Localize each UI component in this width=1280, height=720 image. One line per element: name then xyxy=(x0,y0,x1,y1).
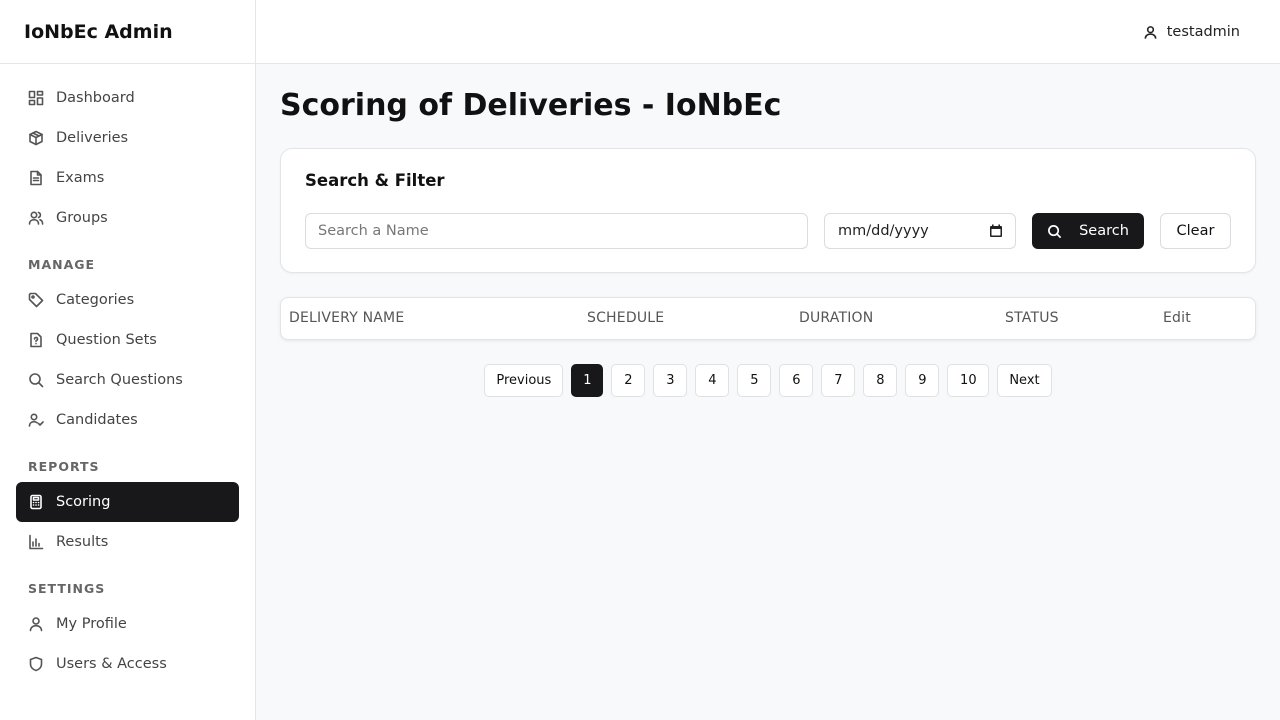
box-icon xyxy=(28,130,44,146)
sidebar-item-my-profile[interactable]: My Profile xyxy=(16,604,239,644)
sidebar-item-users-access[interactable]: Users & Access xyxy=(16,644,239,684)
section-label-reports: REPORTS xyxy=(28,458,100,474)
sidebar-item-search-questions[interactable]: Search Questions xyxy=(16,360,239,400)
sidebar-item-label: Candidates xyxy=(56,412,138,428)
sidebar-item-label: Groups xyxy=(56,210,108,226)
main-content: Scoring of Deliveries - IoNbEc Search & … xyxy=(280,64,1256,397)
column-header-status[interactable]: STATUS xyxy=(1005,298,1059,339)
sidebar-item-question-sets[interactable]: Question Sets xyxy=(16,320,239,360)
page-button-3[interactable]: 3 xyxy=(653,364,688,397)
page-button-1[interactable]: 1 xyxy=(571,364,604,397)
bar-chart-icon xyxy=(28,534,44,550)
page-button-8[interactable]: 8 xyxy=(863,364,898,397)
user-check-icon xyxy=(28,412,44,428)
brand-title: IoNbEc Admin xyxy=(0,0,255,64)
search-icon xyxy=(28,372,44,388)
section-label-settings: SETTINGS xyxy=(28,580,106,596)
sidebar-item-scoring[interactable]: Scoring xyxy=(16,482,239,522)
top-bar: testadmin xyxy=(256,0,1280,64)
column-header-delivery-name[interactable]: DELIVERY NAME xyxy=(289,298,404,339)
tag-icon xyxy=(28,292,44,308)
page-title: Scoring of Deliveries - IoNbEc xyxy=(280,88,782,123)
user-icon xyxy=(1144,25,1157,39)
sidebar-item-label: My Profile xyxy=(56,616,127,632)
search-button[interactable]: Search xyxy=(1032,213,1144,249)
search-filter-card: Search & Filter mm/dd/yyyy Search Clear xyxy=(280,148,1256,273)
section-label-manage: MANAGE xyxy=(28,256,96,272)
users-icon xyxy=(28,210,44,226)
sidebar-item-results[interactable]: Results xyxy=(16,522,239,562)
sidebar-item-deliveries[interactable]: Deliveries xyxy=(16,118,239,158)
sidebar-item-label: Dashboard xyxy=(56,90,135,106)
previous-page-button[interactable]: Previous xyxy=(484,364,564,397)
calculator-icon xyxy=(28,494,44,510)
pagination: Previous 1 2 3 4 5 6 7 8 9 10 Next xyxy=(280,364,1256,397)
sidebar-item-label: Search Questions xyxy=(56,372,183,388)
next-page-button[interactable]: Next xyxy=(997,364,1052,397)
page-button-7[interactable]: 7 xyxy=(821,364,856,397)
sidebar-item-categories[interactable]: Categories xyxy=(16,280,239,320)
question-file-icon xyxy=(28,332,44,348)
page-button-9[interactable]: 9 xyxy=(905,364,940,397)
sidebar-item-label: Categories xyxy=(56,292,135,308)
calendar-icon[interactable] xyxy=(989,224,1003,238)
sidebar: IoNbEc Admin Dashboard Deliveries Exams … xyxy=(0,0,256,720)
user-icon xyxy=(28,616,44,632)
column-header-edit[interactable]: Edit xyxy=(1163,298,1191,339)
user-menu[interactable]: testadmin xyxy=(1143,0,1240,64)
sidebar-item-label: Deliveries xyxy=(56,130,129,146)
page-button-2[interactable]: 2 xyxy=(611,364,646,397)
sidebar-nav: Dashboard Deliveries Exams Groups MANAGE… xyxy=(0,64,255,684)
page-button-10[interactable]: 10 xyxy=(947,364,990,397)
sidebar-item-label: Results xyxy=(56,534,109,550)
sidebar-item-label: Exams xyxy=(56,170,105,186)
sidebar-item-exams[interactable]: Exams xyxy=(16,158,239,198)
sidebar-item-label: Question Sets xyxy=(56,332,157,348)
shield-icon xyxy=(28,656,44,672)
page-button-4[interactable]: 4 xyxy=(695,364,730,397)
username: testadmin xyxy=(1166,24,1240,40)
search-button-label: Search xyxy=(1079,223,1129,239)
column-header-duration[interactable]: DURATION xyxy=(799,298,873,339)
sidebar-item-label: Users & Access xyxy=(56,656,167,672)
page-button-6[interactable]: 6 xyxy=(779,364,814,397)
deliveries-table: DELIVERY NAME SCHEDULE DURATION STATUS E… xyxy=(280,297,1256,340)
sidebar-item-candidates[interactable]: Candidates xyxy=(16,400,239,440)
date-placeholder: mm/dd/yyyy xyxy=(838,223,929,239)
search-icon xyxy=(1048,224,1062,238)
date-input[interactable]: mm/dd/yyyy xyxy=(824,213,1016,249)
page-button-5[interactable]: 5 xyxy=(737,364,772,397)
clear-button[interactable]: Clear xyxy=(1160,213,1231,249)
search-input[interactable] xyxy=(305,213,808,249)
column-header-schedule[interactable]: SCHEDULE xyxy=(587,298,664,339)
sidebar-item-dashboard[interactable]: Dashboard xyxy=(16,78,239,118)
sidebar-item-label: Scoring xyxy=(56,494,111,510)
filter-row: mm/dd/yyyy Search Clear xyxy=(305,213,1231,249)
sidebar-item-groups[interactable]: Groups xyxy=(16,198,239,238)
filter-title: Search & Filter xyxy=(305,171,445,190)
file-icon xyxy=(28,170,44,186)
dashboard-icon xyxy=(28,90,44,106)
